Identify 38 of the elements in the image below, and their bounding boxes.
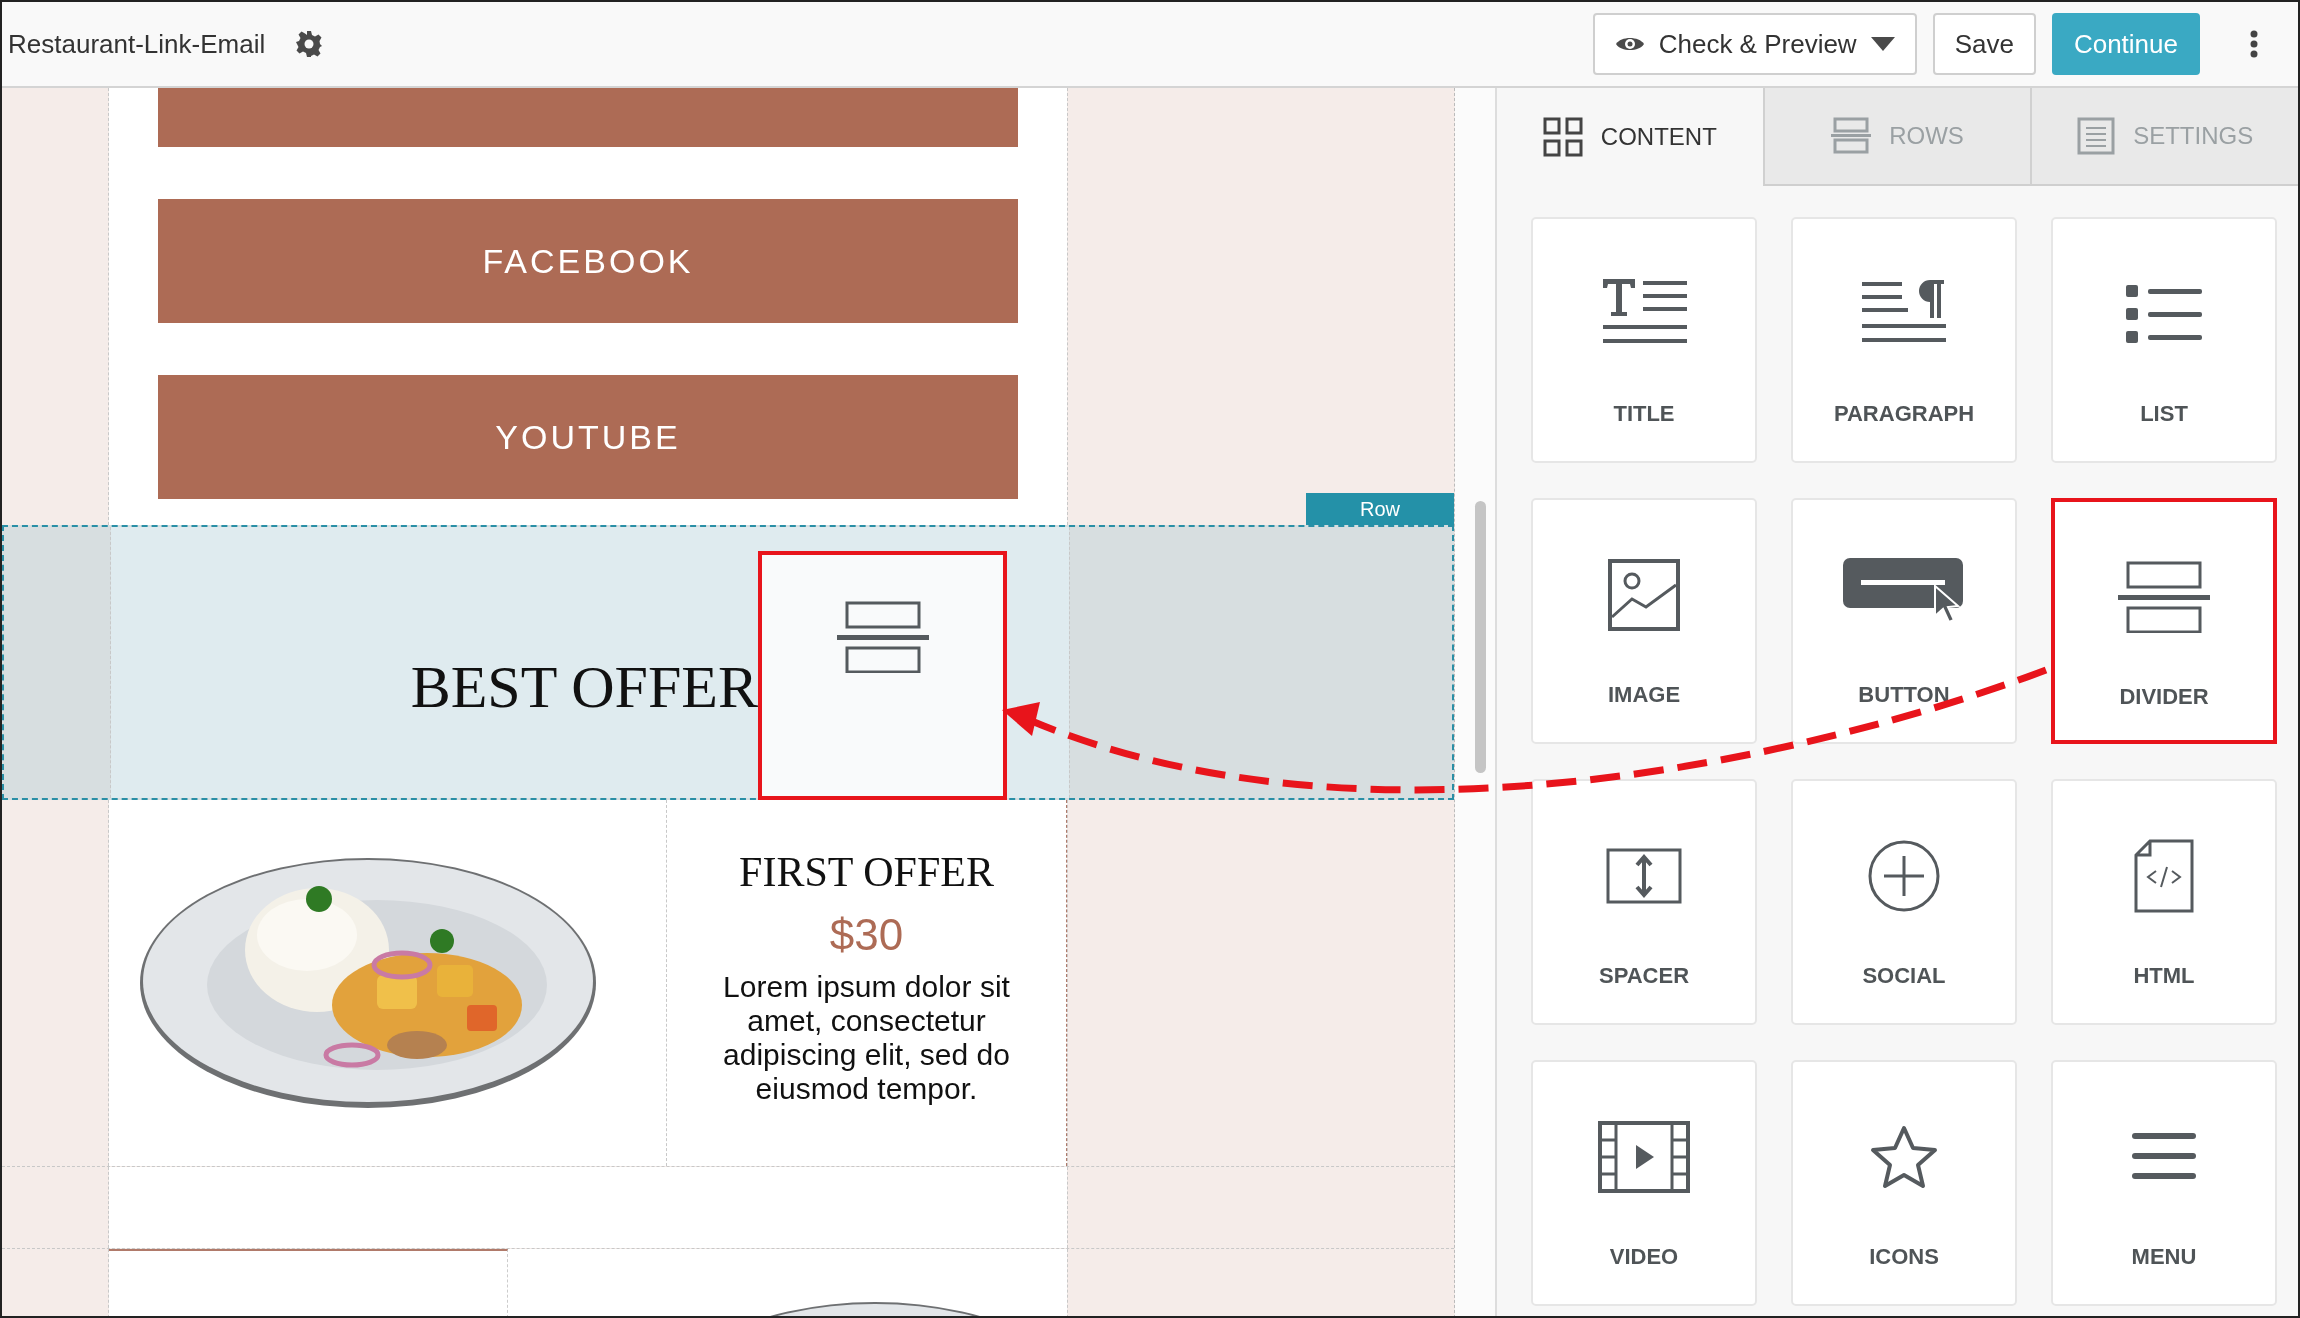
block-tile[interactable]: MENU xyxy=(2051,1060,2277,1306)
offer-title: FIRST OFFER xyxy=(739,848,994,896)
block-tile[interactable]: DIVIDER xyxy=(2051,498,2277,744)
row-tag[interactable]: Row xyxy=(1306,493,1454,525)
save-button[interactable]: Save xyxy=(1932,13,2036,75)
caret-icon xyxy=(1870,37,1895,51)
selected-row[interactable]: BEST OFFER xyxy=(2,525,1454,800)
star-icon xyxy=(1870,1125,1938,1189)
rows-icon xyxy=(1831,117,1872,155)
document-icon xyxy=(2077,117,2116,155)
plus-circle-icon xyxy=(1867,839,1941,913)
divider-icon xyxy=(836,601,929,673)
code-file-icon xyxy=(2134,839,2194,913)
block-tile[interactable]: VIDEO xyxy=(1531,1060,1757,1306)
block-tile[interactable]: ICONS xyxy=(1791,1060,2017,1306)
block-tile[interactable]: SPACER xyxy=(1531,779,1757,1025)
offer-description: Lorem ipsum dolor sit amet, consectetur adipiscing elit, sed do eiusmod tempor. xyxy=(722,970,1011,1106)
block-tile[interactable]: SOCIAL xyxy=(1791,779,2017,1025)
list-icon xyxy=(2126,285,2202,343)
image-icon xyxy=(1608,559,1680,631)
block-tile[interactable]: LIST xyxy=(2051,217,2277,463)
check-preview-button[interactable]: Check & Preview xyxy=(1592,13,1917,75)
section-heading: BEST OFFER xyxy=(410,653,758,722)
scrollbar[interactable] xyxy=(1475,501,1486,773)
divider-icon xyxy=(2118,561,2210,633)
block-tile[interactable]: TITLE xyxy=(1531,217,1757,463)
spacer-icon xyxy=(1606,848,1682,904)
block-tile[interactable]: PARAGRAPH xyxy=(1791,217,2017,463)
block-tile[interactable]: IMAGE xyxy=(1531,498,1757,744)
grid-icon xyxy=(1542,117,1583,157)
settings-icon[interactable] xyxy=(295,30,324,58)
block-tile[interactable]: HTML xyxy=(2051,779,2277,1025)
block-tile[interactable]: BUTTON xyxy=(1791,498,2017,744)
document-title: Restaurant-Link-Email xyxy=(8,28,266,60)
offer-price: $30 xyxy=(829,910,904,960)
menu-icon xyxy=(2132,1133,2196,1181)
film-play-icon xyxy=(1598,1121,1690,1193)
more-icon[interactable] xyxy=(2250,30,2258,58)
